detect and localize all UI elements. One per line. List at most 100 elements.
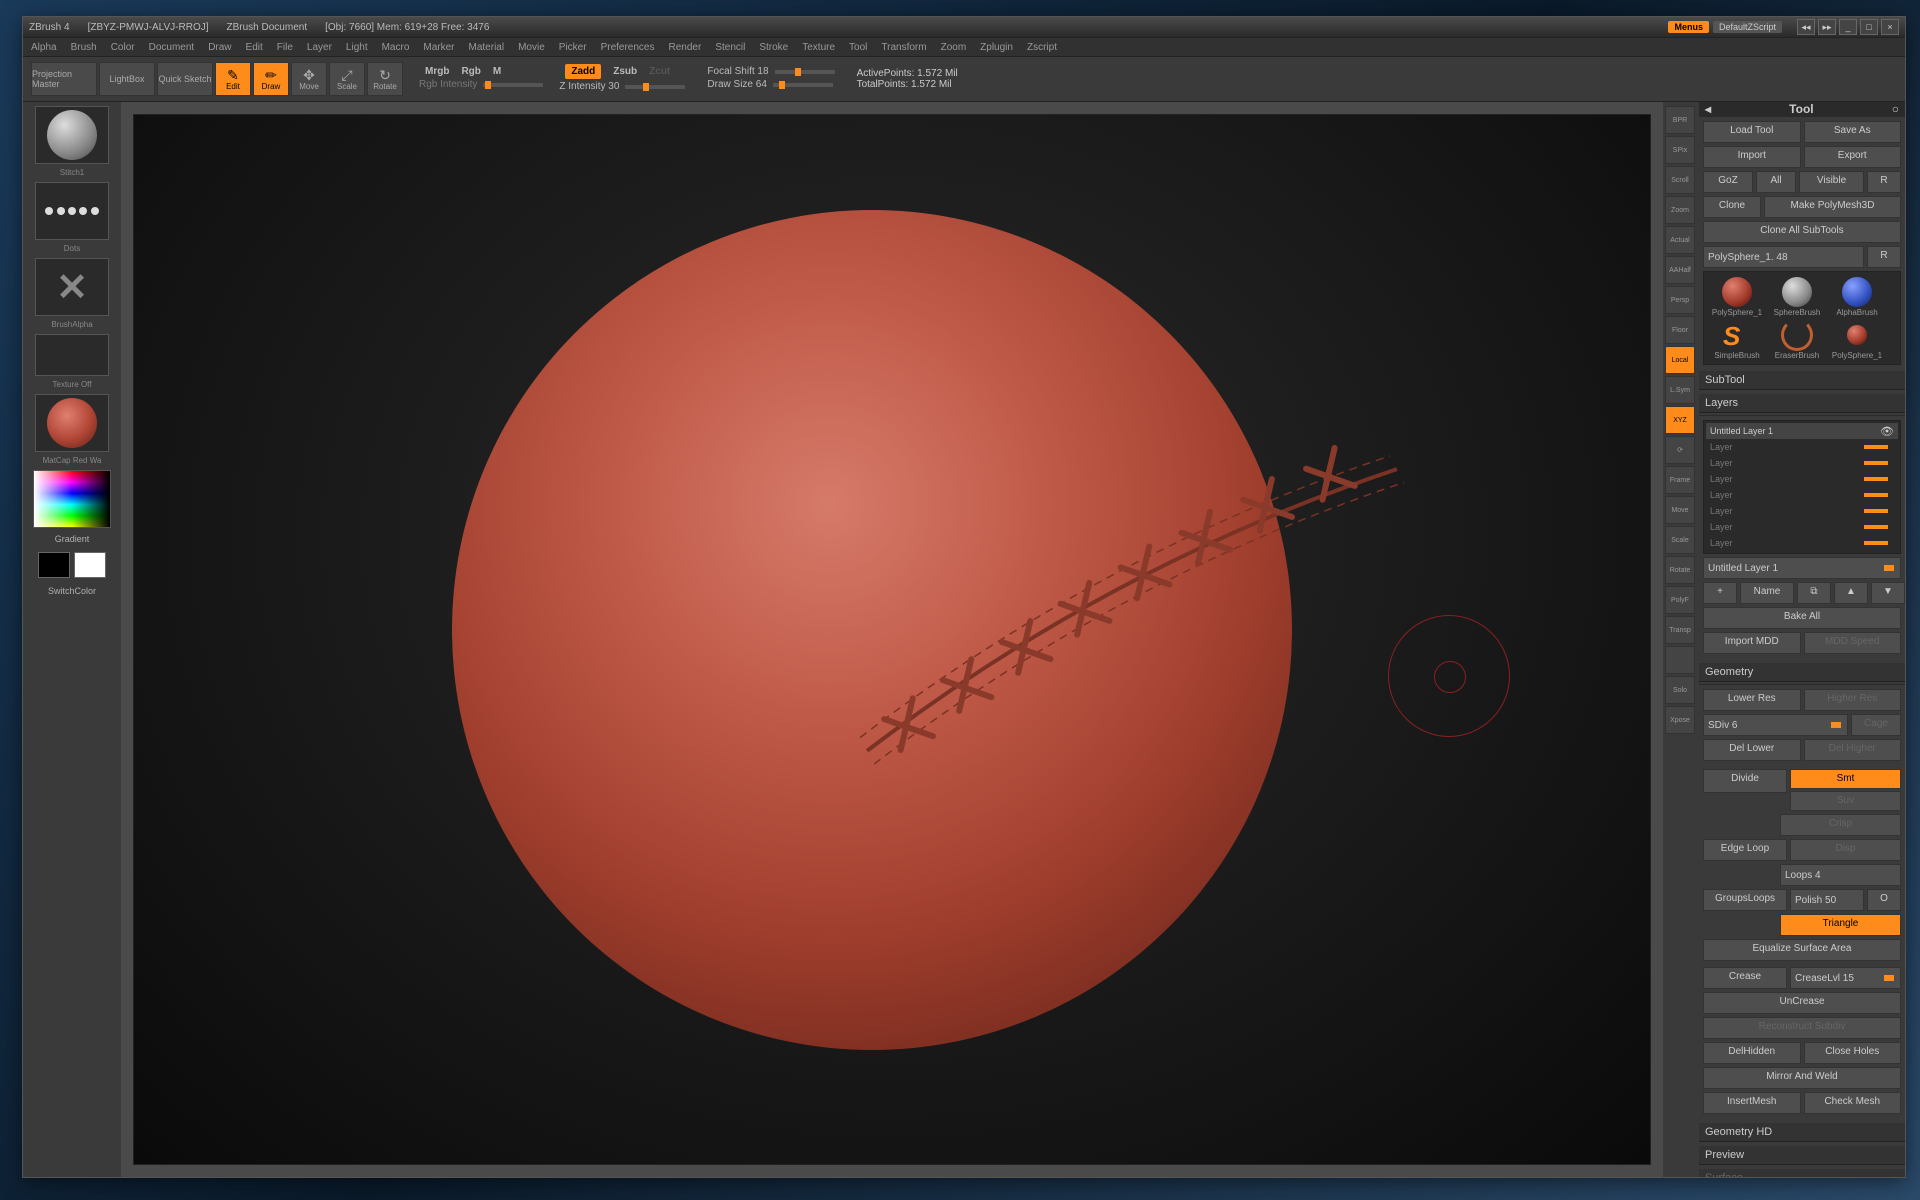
layer-item[interactable]: Layer	[1706, 535, 1898, 551]
menu-stroke[interactable]: Stroke	[759, 42, 788, 53]
close-holes-button[interactable]: Close Holes	[1804, 1042, 1902, 1064]
insert-mesh-button[interactable]: InsertMesh	[1703, 1092, 1801, 1114]
menu-brush[interactable]: Brush	[71, 42, 97, 53]
layer-item[interactable]: Layer	[1706, 439, 1898, 455]
menu-zplugin[interactable]: Zplugin	[980, 42, 1013, 53]
geometry-header[interactable]: Geometry	[1699, 663, 1905, 682]
geometry-hd-header[interactable]: Geometry HD	[1699, 1123, 1905, 1142]
zcut-toggle[interactable]: Zcut	[649, 66, 670, 77]
del-higher-button[interactable]: Del Higher	[1804, 739, 1902, 761]
scale-button[interactable]: ⤢Scale	[329, 62, 365, 96]
m-toggle[interactable]: M	[493, 66, 501, 77]
menu-tool[interactable]: Tool	[849, 42, 867, 53]
clone-button[interactable]: Clone	[1703, 196, 1761, 218]
menu-macro[interactable]: Macro	[382, 42, 410, 53]
nav-icon-aahalf[interactable]: AAHalf	[1665, 256, 1695, 284]
preview-header[interactable]: Preview	[1699, 1146, 1905, 1165]
export-button[interactable]: Export	[1804, 146, 1902, 168]
menus-toggle[interactable]: Menus	[1668, 21, 1709, 33]
uncrease-button[interactable]: UnCrease	[1703, 992, 1901, 1014]
menu-color[interactable]: Color	[111, 42, 135, 53]
zadd-toggle[interactable]: Zadd	[565, 64, 601, 79]
tool-item-polysphere_1[interactable]: PolySphere_1	[1708, 276, 1766, 317]
disp-toggle[interactable]: Disp	[1790, 839, 1901, 861]
nav-icon-actual[interactable]: Actual	[1665, 226, 1695, 254]
primary-color-swatch[interactable]	[74, 552, 106, 578]
rotate-button[interactable]: ↻Rotate	[367, 62, 403, 96]
tool-name-field[interactable]: PolySphere_1. 48	[1703, 246, 1864, 268]
edit-button[interactable]: ✎Edit	[215, 62, 251, 96]
mdd-speed-slider[interactable]: MDD Speed	[1804, 632, 1902, 654]
crease-lvl-slider[interactable]: CreaseLvl 15	[1790, 967, 1901, 989]
menu-marker[interactable]: Marker	[423, 42, 454, 53]
draw-button[interactable]: ✏Draw	[253, 62, 289, 96]
nav-icon-⟳[interactable]: ⟳	[1665, 436, 1695, 464]
projection-master-button[interactable]: Projection Master	[31, 62, 97, 96]
menu-stencil[interactable]: Stencil	[715, 42, 745, 53]
layer-item[interactable]: Layer	[1706, 519, 1898, 535]
layer-merge-button[interactable]: ▼	[1871, 582, 1905, 604]
maximize-icon[interactable]: □	[1860, 19, 1878, 35]
texture-thumb[interactable]: Texture Off	[35, 334, 109, 376]
layer-rename-button[interactable]: Name	[1740, 582, 1794, 604]
rgb-toggle[interactable]: Rgb	[461, 66, 480, 77]
sculpt-mesh[interactable]	[452, 210, 1292, 1050]
nav-icon-blank[interactable]	[1665, 646, 1695, 674]
layer-item[interactable]: Layer	[1706, 455, 1898, 471]
suv-toggle[interactable]: Suv	[1790, 791, 1901, 811]
goz-button[interactable]: GoZ	[1703, 171, 1753, 193]
menu-layer[interactable]: Layer	[307, 42, 332, 53]
nav-icon-floor[interactable]: Floor	[1665, 316, 1695, 344]
subtool-header[interactable]: SubTool	[1699, 371, 1905, 390]
del-lower-button[interactable]: Del Lower	[1703, 739, 1801, 761]
nav-icon-scale[interactable]: Scale	[1665, 526, 1695, 554]
make-polymesh-button[interactable]: Make PolyMesh3D	[1764, 196, 1901, 218]
nav-icon-bpr[interactable]: BPR	[1665, 106, 1695, 134]
nav-icon-persp[interactable]: Persp	[1665, 286, 1695, 314]
gradient-label[interactable]: Gradient	[27, 534, 117, 544]
layer-new-button[interactable]: +	[1703, 582, 1737, 604]
layer-dup-button[interactable]: ⧉	[1797, 582, 1831, 604]
menu-texture[interactable]: Texture	[802, 42, 835, 53]
equalize-button[interactable]: Equalize Surface Area	[1703, 939, 1901, 961]
nav-icon-scroll[interactable]: Scroll	[1665, 166, 1695, 194]
layer-item-active[interactable]: Untitled Layer 1👁	[1706, 423, 1898, 439]
menu-render[interactable]: Render	[669, 42, 702, 53]
draw-size-slider[interactable]	[773, 83, 833, 87]
nav-icon-spix[interactable]: SPix	[1665, 136, 1695, 164]
menu-light[interactable]: Light	[346, 42, 368, 53]
nav-icon-xpose[interactable]: Xpose	[1665, 706, 1695, 734]
layer-up-button[interactable]: ▲	[1834, 582, 1868, 604]
layer-item[interactable]: Layer	[1706, 471, 1898, 487]
nav-icon-move[interactable]: Move	[1665, 496, 1695, 524]
menu-transform[interactable]: Transform	[881, 42, 926, 53]
nav-icon-local[interactable]: Local	[1665, 346, 1695, 374]
tool-item-eraserbrush[interactable]: EraserBrush	[1768, 319, 1826, 360]
layer-visibility-icon[interactable]: 👁	[1880, 425, 1894, 438]
menu-file[interactable]: File	[277, 42, 293, 53]
del-hidden-button[interactable]: DelHidden	[1703, 1042, 1801, 1064]
secondary-color-swatch[interactable]	[38, 552, 70, 578]
nav-icon-l.sym[interactable]: L.Sym	[1665, 376, 1695, 404]
menu-zoom[interactable]: Zoom	[941, 42, 967, 53]
tool-r-button[interactable]: R	[1867, 246, 1901, 268]
crease-button[interactable]: Crease	[1703, 967, 1787, 989]
goz-all-button[interactable]: All	[1756, 171, 1796, 193]
polish-slider[interactable]: Polish 50	[1790, 889, 1864, 911]
smt-toggle[interactable]: Smt	[1790, 769, 1901, 789]
nav-icon-frame[interactable]: Frame	[1665, 466, 1695, 494]
close-icon[interactable]: ×	[1881, 19, 1899, 35]
cage-button[interactable]: Cage	[1851, 714, 1901, 736]
check-mesh-button[interactable]: Check Mesh	[1804, 1092, 1902, 1114]
mirror-weld-button[interactable]: Mirror And Weld	[1703, 1067, 1901, 1089]
rgb-intensity-slider[interactable]	[483, 83, 543, 87]
divide-button[interactable]: Divide	[1703, 769, 1787, 793]
tool-item-alphabrush[interactable]: AlphaBrush	[1828, 276, 1886, 317]
menu-draw[interactable]: Draw	[208, 42, 231, 53]
goz-r-button[interactable]: R	[1867, 171, 1901, 193]
layer-name-field[interactable]: Untitled Layer 1	[1703, 557, 1901, 579]
lower-res-button[interactable]: Lower Res	[1703, 689, 1801, 711]
quicksketch-button[interactable]: Quick Sketch	[157, 62, 213, 96]
default-zscript[interactable]: DefaultZScript	[1713, 21, 1782, 33]
nav-icon-transp[interactable]: Transp	[1665, 616, 1695, 644]
